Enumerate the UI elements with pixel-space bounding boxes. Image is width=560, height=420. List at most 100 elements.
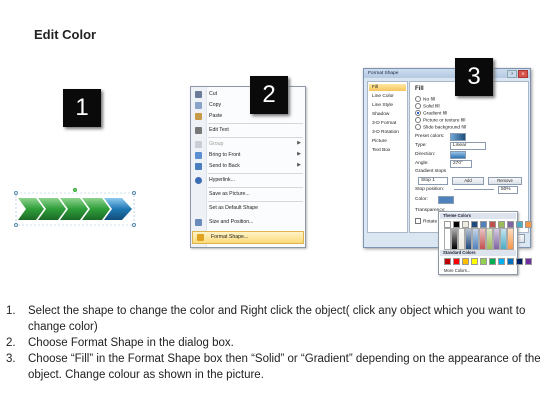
menu-item-label: Bring to Front (209, 152, 241, 158)
nav-item-picture[interactable]: Picture (369, 138, 406, 145)
standard-colors-heading: Standard Colors (440, 250, 516, 256)
dialog-title: Format Shape (368, 71, 399, 76)
color-shade-column[interactable] (444, 228, 451, 250)
radio-icon (415, 117, 421, 123)
close-icon[interactable]: ✕ (518, 70, 528, 78)
menu-item-hyperlink[interactable]: Hyperlink... (191, 175, 305, 186)
menu-item-label: Paste (209, 113, 223, 119)
option-label: Slide background fill (423, 125, 466, 131)
nav-item-shadow[interactable]: Shadow (369, 111, 406, 118)
standard-colors-row (444, 258, 532, 265)
option-no-fill[interactable]: No fill (415, 96, 435, 102)
stop-dropdown[interactable]: Stop 1 (418, 177, 448, 185)
scissors-icon (195, 91, 202, 98)
menu-separator (208, 137, 303, 138)
color-swatch[interactable] (489, 258, 496, 265)
step-badge-3: 3 (455, 58, 493, 96)
menu-item-send-to-back[interactable]: Send to Back ▶ (191, 161, 305, 172)
color-shade-column[interactable] (486, 228, 493, 250)
color-shade-column[interactable] (500, 228, 507, 250)
radio-icon (415, 103, 421, 109)
menu-item-format-shape[interactable]: Format Shape... (192, 231, 304, 244)
submenu-arrow-icon: ▶ (297, 151, 301, 157)
color-swatch[interactable] (462, 258, 469, 265)
color-swatch[interactable] (453, 258, 460, 265)
stop-position-label: Stop position: (415, 187, 445, 192)
nav-item-line-style[interactable]: Line Style (369, 102, 406, 109)
nav-item-text-box[interactable]: Text Box (369, 147, 406, 154)
arrow-shape-1 (18, 198, 44, 220)
stop-position-value: 50% (501, 187, 511, 192)
menu-item-bring-to-front[interactable]: Bring to Front ▶ (191, 150, 305, 161)
color-swatch[interactable] (525, 221, 532, 228)
dialog-nav-list: Fill Line Color Line Style Shadow 3-D Fo… (367, 81, 408, 233)
menu-separator (208, 123, 303, 124)
step-badge-1: 1 (63, 89, 101, 127)
nav-item-line-color[interactable]: Line Color (369, 93, 406, 100)
menu-item-size-and-position[interactable]: Size and Position... (191, 217, 305, 228)
option-solid-fill[interactable]: Solid fill (415, 103, 440, 109)
color-swatch[interactable] (480, 221, 487, 228)
color-picker-button[interactable] (438, 196, 454, 204)
step-badge-2: 2 (250, 76, 288, 114)
type-label: Type: (415, 143, 427, 148)
stop-value: Stop 1 (421, 178, 435, 183)
option-slide-background-fill[interactable]: Slide background fill (415, 124, 466, 130)
color-shade-column[interactable] (472, 228, 479, 250)
color-shade-column[interactable] (493, 228, 500, 250)
color-swatch[interactable] (516, 258, 523, 265)
color-swatch[interactable] (453, 221, 460, 228)
step-number: 1. (6, 305, 16, 317)
option-picture-fill[interactable]: Picture or texture fill (415, 117, 465, 123)
angle-field[interactable]: 270° (450, 160, 472, 168)
menu-item-save-as-picture[interactable]: Save as Picture... (191, 189, 305, 200)
color-swatch[interactable] (498, 258, 505, 265)
radio-selected-icon (415, 110, 421, 116)
gradient-stops-label: Gradient stops (415, 169, 447, 174)
direction-dropdown[interactable] (450, 151, 466, 159)
color-shade-column[interactable] (507, 228, 514, 250)
color-swatch[interactable] (525, 258, 532, 265)
menu-item-edit-text[interactable]: Edit Text (191, 125, 305, 136)
color-swatch[interactable] (462, 221, 469, 228)
color-swatch[interactable] (471, 258, 478, 265)
fill-heading: Fill (415, 86, 424, 92)
color-palette-popup: Theme Colors Standard Colors More Colors… (438, 211, 532, 275)
option-gradient-fill[interactable]: Gradient fill (415, 110, 447, 116)
color-swatch[interactable] (498, 221, 505, 228)
color-swatch[interactable] (444, 221, 451, 228)
stop-position-field[interactable]: 50% (498, 186, 518, 194)
type-dropdown[interactable]: Linear (450, 142, 486, 150)
option-label: Picture or texture fill (423, 118, 466, 124)
color-swatch[interactable] (471, 221, 478, 228)
nav-item-3d-format[interactable]: 3-D Format (369, 120, 406, 127)
nav-item-fill[interactable]: Fill (369, 84, 406, 91)
menu-item-set-default-shape[interactable]: Set as Default Shape (191, 203, 305, 214)
color-swatch[interactable] (507, 258, 514, 265)
color-swatch[interactable] (489, 221, 496, 228)
color-shade-column[interactable] (479, 228, 486, 250)
context-menu: Cut Copy Paste Edit Text Group ▶ Bring t… (190, 86, 306, 248)
arrow-chain-graphic[interactable] (14, 187, 139, 231)
color-shade-column[interactable] (451, 228, 458, 250)
preset-colors-dropdown[interactable] (450, 133, 466, 141)
color-swatch[interactable] (480, 258, 487, 265)
color-swatch[interactable] (507, 221, 514, 228)
color-shade-column[interactable] (465, 228, 472, 250)
nav-item-3d-rotation[interactable]: 3-D Rotation (369, 129, 406, 136)
color-shade-column[interactable] (458, 228, 465, 250)
color-swatch[interactable] (516, 221, 523, 228)
add-stop-button[interactable]: Add (452, 177, 484, 185)
hyperlink-icon (195, 177, 202, 184)
bring-front-icon (195, 152, 202, 159)
color-swatch[interactable] (444, 258, 451, 265)
stop-position-slider[interactable] (454, 189, 494, 190)
submenu-arrow-icon: ▶ (297, 140, 301, 146)
size-position-icon (195, 219, 202, 226)
menu-item-label: Size and Position... (209, 219, 254, 225)
remove-stop-button[interactable]: Remove (488, 177, 522, 185)
menu-item-label: Save as Picture... (209, 191, 250, 197)
more-colors-link[interactable]: More Colors... (444, 268, 470, 273)
help-icon[interactable]: ? (507, 70, 517, 78)
menu-item-label: Send to Back (209, 163, 240, 169)
